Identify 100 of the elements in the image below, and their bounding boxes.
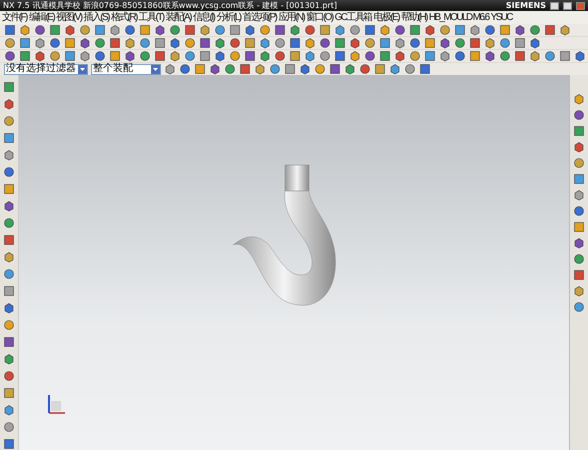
toolbar-icon[interactable] [394,37,406,49]
toolbar-icon[interactable] [244,37,256,49]
toolbar-icon[interactable] [374,63,386,75]
toolbar-icon[interactable] [319,24,331,36]
toolbar-icon[interactable] [439,24,451,36]
menu-item[interactable]: 编辑(E) [28,11,54,24]
toolbar-icon[interactable] [3,404,15,416]
toolbar-icon[interactable] [573,269,585,281]
toolbar-icon[interactable] [304,37,316,49]
toolbar-icon[interactable] [409,24,421,36]
toolbar-icon[interactable] [514,50,526,62]
toolbar-icon[interactable] [3,302,15,314]
toolbar-icon[interactable] [94,24,106,36]
toolbar-icon[interactable] [314,63,326,75]
menu-item[interactable]: 电极(E) [374,11,399,24]
toolbar-icon[interactable] [229,24,241,36]
menu-item[interactable]: 插入(S) [83,11,109,24]
minimize-button[interactable] [550,2,559,10]
toolbar-icon[interactable] [49,37,61,49]
toolbar-icon[interactable] [573,125,585,137]
toolbar-icon[interactable] [3,387,15,399]
toolbar-icon[interactable] [304,24,316,36]
toolbar-icon[interactable] [319,50,331,62]
toolbar-icon[interactable] [499,37,511,49]
toolbar-icon[interactable] [573,109,585,121]
toolbar-icon[interactable] [439,37,451,49]
toolbar-icon[interactable] [139,37,151,49]
toolbar-icon[interactable] [304,50,316,62]
toolbar-icon[interactable] [194,63,206,75]
toolbar-icon[interactable] [364,24,376,36]
toolbar-icon[interactable] [573,189,585,201]
maximize-button[interactable] [563,2,572,10]
menu-item[interactable]: 工具(T) [138,11,164,24]
toolbar-icon[interactable] [3,200,15,212]
toolbar-icon[interactable] [64,37,76,49]
toolbar-icon[interactable] [34,24,46,36]
toolbar-icon[interactable] [169,24,181,36]
toolbar-icon[interactable] [154,37,166,49]
toolbar-icon[interactable] [259,24,271,36]
toolbar-icon[interactable] [573,221,585,233]
toolbar-icon[interactable] [214,37,226,49]
toolbar-icon[interactable] [469,50,481,62]
toolbar-icon[interactable] [269,63,281,75]
toolbar-icon[interactable] [3,98,15,110]
toolbar-icon[interactable] [94,37,106,49]
toolbar-icon[interactable] [349,37,361,49]
toolbar-icon[interactable] [454,24,466,36]
toolbar-icon[interactable] [94,50,106,62]
toolbar-icon[interactable] [574,50,586,62]
toolbar-icon[interactable] [229,50,241,62]
toolbar-icon[interactable] [64,50,76,62]
toolbar-icon[interactable] [289,50,301,62]
toolbar-icon[interactable] [544,50,556,62]
toolbar-icon[interactable] [3,370,15,382]
toolbar-icon[interactable] [404,63,416,75]
menu-item[interactable]: 信息(I) [192,11,214,24]
toolbar-icon[interactable] [3,81,15,93]
toolbar-icon[interactable] [4,24,16,36]
toolbar-icon[interactable] [79,37,91,49]
toolbar-icon[interactable] [124,37,136,49]
toolbar-icon[interactable] [573,141,585,153]
toolbar-icon[interactable] [3,285,15,297]
toolbar-icon[interactable] [484,24,496,36]
menu-item[interactable]: 首选项(P) [242,11,276,24]
toolbar-icon[interactable] [3,319,15,331]
toolbar-icon[interactable] [484,37,496,49]
toolbar-icon[interactable] [4,50,16,62]
scope-dropdown[interactable]: 整个装配 [91,64,161,74]
toolbar-icon[interactable] [224,63,236,75]
toolbar-icon[interactable] [364,50,376,62]
toolbar-icon[interactable] [319,37,331,49]
toolbar-icon[interactable] [329,63,341,75]
toolbar-icon[interactable] [419,63,431,75]
toolbar-icon[interactable] [424,37,436,49]
menu-item[interactable]: 视图(V) [56,11,82,24]
toolbar-icon[interactable] [184,50,196,62]
toolbar-icon[interactable] [499,24,511,36]
toolbar-icon[interactable] [469,37,481,49]
toolbar-icon[interactable] [179,63,191,75]
toolbar-icon[interactable] [259,37,271,49]
menu-item[interactable]: 格式(R) [110,11,137,24]
toolbar-icon[interactable] [454,50,466,62]
toolbar-icon[interactable] [3,115,15,127]
toolbar-icon[interactable] [244,50,256,62]
menu-item[interactable]: HB_MOULD M6.6 [428,11,489,24]
toolbar-icon[interactable] [3,336,15,348]
toolbar-icon[interactable] [379,50,391,62]
toolbar-icon[interactable] [424,50,436,62]
toolbar-icon[interactable] [334,50,346,62]
close-button[interactable] [576,2,585,10]
toolbar-icon[interactable] [349,24,361,36]
toolbar-icon[interactable] [109,37,121,49]
toolbar-icon[interactable] [19,50,31,62]
toolbar-icon[interactable] [559,50,571,62]
toolbar-icon[interactable] [3,217,15,229]
toolbar-icon[interactable] [573,157,585,169]
toolbar-icon[interactable] [184,24,196,36]
filter-dropdown[interactable]: 没有选择过滤器 [4,64,88,74]
toolbar-icon[interactable] [529,37,541,49]
toolbar-icon[interactable] [19,37,31,49]
